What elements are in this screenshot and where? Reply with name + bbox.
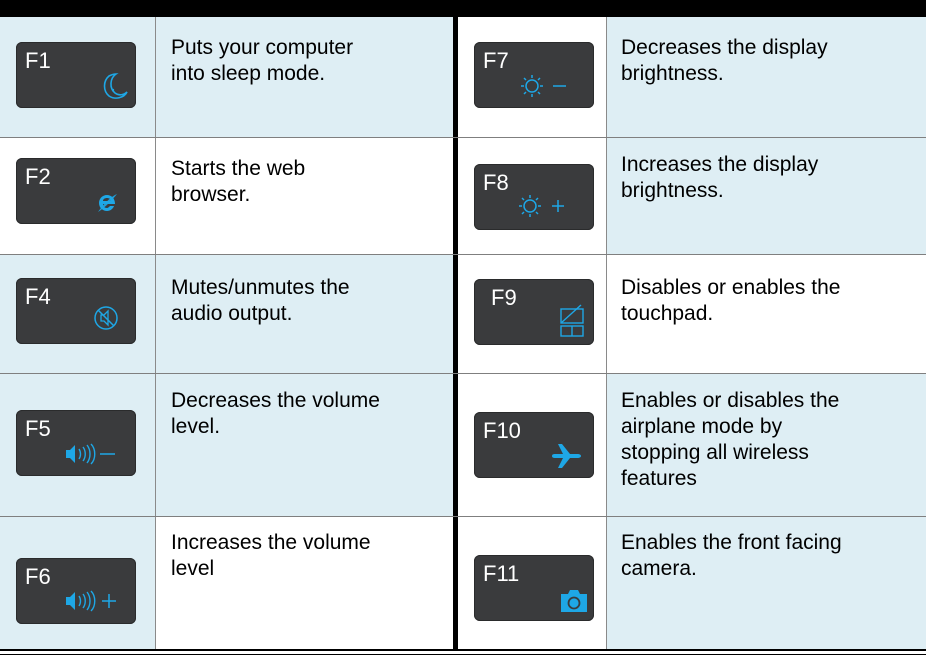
table-row: F5 Decreases the volume level. F10 Enabl… <box>0 374 926 516</box>
key-cell: F7 <box>458 17 606 137</box>
table-row: F4 Mutes/unmutes the audio output. F9 Di… <box>0 255 926 373</box>
desc-cell: Starts the web browser. <box>156 138 453 254</box>
touchpad-toggle-icon <box>558 301 586 339</box>
bottom-rule-secondary <box>0 654 926 655</box>
key-label: F4 <box>25 284 51 309</box>
desc-cell: Enables or disables the airplane mode by… <box>607 374 926 516</box>
desc-cell: Enables the front facing camera. <box>607 517 926 649</box>
desc-cell: Increases the display brightness. <box>607 138 926 254</box>
volume-down-icon <box>60 442 132 466</box>
key-description: Starts the web browser. <box>171 157 306 206</box>
f11-key: F11 <box>474 555 594 621</box>
key-label: F2 <box>25 164 51 189</box>
key-description: Puts your computer into sleep mode. <box>171 36 354 85</box>
key-description: Disables or enables the touchpad. <box>621 276 841 325</box>
key-cell: F8 <box>458 138 606 254</box>
key-description: Decreases the volume level. <box>171 389 380 438</box>
f10-key: F10 <box>474 412 594 478</box>
key-description: Enables the front facing camera. <box>621 531 842 580</box>
key-cell: F11 <box>458 517 606 649</box>
f7-key: F7 <box>474 42 594 108</box>
table-row: F1 Puts your computer into sleep mode. F… <box>0 17 926 137</box>
key-cell: F4 <box>0 255 155 373</box>
table-row: F2 Starts the web browser. F8 Increases … <box>0 138 926 254</box>
sleep-moon-icon <box>102 72 128 100</box>
airplane-icon <box>550 442 582 470</box>
web-browser-icon <box>96 192 118 214</box>
camera-icon <box>560 587 588 613</box>
top-rule <box>0 0 926 17</box>
key-cell: F9 <box>458 255 606 373</box>
key-label: F6 <box>25 564 51 589</box>
key-cell: F2 <box>0 138 155 254</box>
desc-cell: Disables or enables the touchpad. <box>607 255 926 373</box>
key-description: Increases the volume level <box>171 531 371 580</box>
volume-up-icon <box>60 589 132 613</box>
f4-key: F4 <box>16 278 136 344</box>
key-description: Increases the display brightness. <box>621 153 819 202</box>
key-cell: F6 <box>0 517 155 649</box>
f8-key: F8 <box>474 164 594 230</box>
f6-key: F6 <box>16 558 136 624</box>
key-label: F11 <box>483 561 520 586</box>
bottom-rule <box>0 649 926 651</box>
brightness-up-icon <box>518 194 580 218</box>
f1-key: F1 <box>16 42 136 108</box>
f2-key: F2 <box>16 158 136 224</box>
f9-key: F9 <box>474 279 594 345</box>
key-label: F10 <box>483 418 521 443</box>
brightness-down-icon <box>520 74 580 98</box>
key-label: F8 <box>483 170 509 195</box>
function-key-table: F1 Puts your computer into sleep mode. F… <box>0 0 926 659</box>
table-row: F6 Increases the volume level F11 Enable… <box>0 517 926 649</box>
key-label: F1 <box>25 48 51 73</box>
mute-icon <box>92 304 120 332</box>
f5-key: F5 <box>16 410 136 476</box>
desc-cell: Decreases the volume level. <box>156 374 453 516</box>
key-cell: F10 <box>458 374 606 516</box>
key-description: Mutes/unmutes the audio output. <box>171 276 350 325</box>
key-cell: F5 <box>0 374 155 516</box>
key-description: Decreases the display brightness. <box>621 36 828 85</box>
key-cell: F1 <box>0 17 155 137</box>
key-label: F9 <box>491 285 517 310</box>
key-description: Enables or disables the airplane mode by… <box>621 389 840 490</box>
key-label: F7 <box>483 48 509 73</box>
key-label: F5 <box>25 416 51 441</box>
desc-cell: Mutes/unmutes the audio output. <box>156 255 453 373</box>
desc-cell: Puts your computer into sleep mode. <box>156 17 453 137</box>
desc-cell: Increases the volume level <box>156 517 453 649</box>
desc-cell: Decreases the display brightness. <box>607 17 926 137</box>
